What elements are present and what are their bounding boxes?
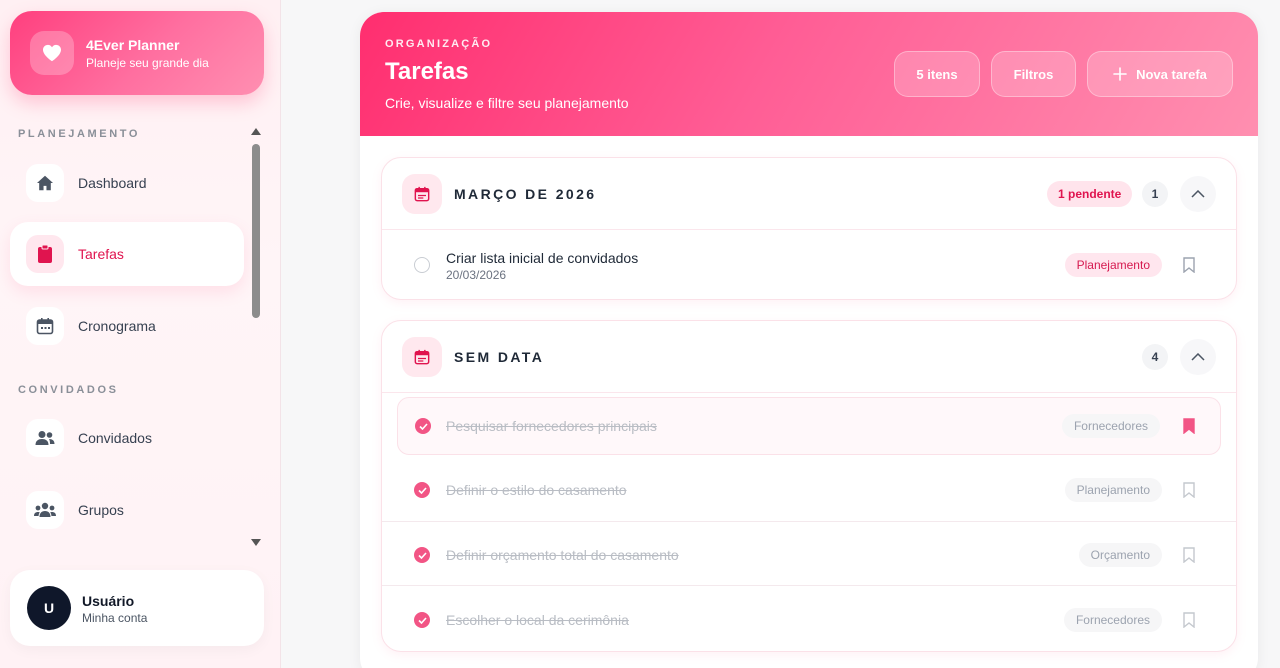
task-row[interactable]: Definir o estilo do casamento Planejamen… <box>382 458 1236 522</box>
sidebar-item-label: Tarefas <box>78 246 124 262</box>
bookmark-icon[interactable] <box>1182 547 1196 563</box>
task-title: Definir orçamento total do casamento <box>446 547 679 563</box>
sidebar: 4Ever Planner Planeje seu grande dia PLA… <box>0 0 281 668</box>
items-count-label: 5 itens <box>916 66 958 82</box>
avatar: U <box>27 586 71 630</box>
brand-title: 4Ever Planner <box>86 37 180 53</box>
group-header[interactable]: MARÇO DE 2026 1 pendente 1 <box>382 158 1236 230</box>
brand-card[interactable]: 4Ever Planner Planeje seu grande dia <box>10 11 264 95</box>
header-eyebrow: ORGANIZAÇÃO <box>385 38 493 50</box>
group-icon <box>26 491 64 529</box>
tasks-panel: ORGANIZAÇÃO Tarefas Crie, visualize e fi… <box>360 12 1258 668</box>
bookmark-icon[interactable] <box>1182 482 1196 498</box>
page-title: Tarefas <box>385 58 469 85</box>
sidebar-item-convidados[interactable]: Convidados <box>10 406 244 470</box>
home-icon <box>26 164 64 202</box>
scrollbar-thumb[interactable] <box>252 144 260 318</box>
task-group-marco-2026: MARÇO DE 2026 1 pendente 1 Criar lista i… <box>381 157 1237 300</box>
collapse-button[interactable] <box>1180 176 1216 212</box>
count-badge: 1 <box>1142 181 1168 207</box>
bookmark-icon[interactable] <box>1182 257 1196 273</box>
sidebar-item-grupos[interactable]: Grupos <box>10 478 244 542</box>
task-title: Escolher o local da cerimônia <box>446 612 629 628</box>
task-row[interactable]: Escolher o local da cerimônia Fornecedor… <box>382 587 1236 651</box>
bookmark-filled-icon[interactable] <box>1182 418 1196 434</box>
heart-icon <box>30 31 74 75</box>
group-header[interactable]: SEM DATA 4 <box>382 321 1236 393</box>
task-tag: Fornecedores <box>1061 414 1160 438</box>
users-icon <box>26 419 64 457</box>
sidebar-item-tarefas[interactable]: Tarefas <box>10 222 244 286</box>
task-tag: Planejamento <box>1064 253 1162 277</box>
task-row[interactable]: Criar lista inicial de convidados 20/03/… <box>382 230 1236 299</box>
sidebar-item-cronograma[interactable]: Cronograma <box>10 294 244 358</box>
section-label-planejamento: PLANEJAMENTO <box>18 128 141 140</box>
bookmark-icon[interactable] <box>1182 612 1196 628</box>
task-title: Criar lista inicial de convidados <box>446 250 639 266</box>
task-row[interactable]: Pesquisar fornecedores principais Fornec… <box>397 397 1221 455</box>
calendar-icon <box>26 307 64 345</box>
checked-icon[interactable] <box>415 418 431 434</box>
sidebar-item-label: Cronograma <box>78 318 156 334</box>
plus-icon <box>1113 67 1127 81</box>
sidebar-scrollbar[interactable] <box>250 128 262 546</box>
task-title: Pesquisar fornecedores principais <box>446 418 657 434</box>
task-title: Definir o estilo do casamento <box>446 482 627 498</box>
count-badge: 4 <box>1142 344 1168 370</box>
chevron-up-icon <box>1191 353 1205 361</box>
group-title: MARÇO DE 2026 <box>454 186 597 202</box>
task-checkbox[interactable] <box>414 257 430 273</box>
task-tag: Planejamento <box>1064 478 1162 502</box>
sidebar-item-dashboard[interactable]: Dashboard <box>10 151 244 215</box>
brand-subtitle: Planeje seu grande dia <box>86 56 209 70</box>
task-group-sem-data: SEM DATA 4 Pesquisar fornecedores princi… <box>381 320 1237 652</box>
new-task-label: Nova tarefa <box>1136 66 1207 82</box>
section-label-convidados: CONVIDADOS <box>18 384 119 396</box>
checked-icon[interactable] <box>414 482 430 498</box>
scroll-up-arrow-icon[interactable] <box>251 128 261 135</box>
chevron-up-icon <box>1191 190 1205 198</box>
pending-badge: 1 pendente <box>1047 181 1133 207</box>
task-date: 20/03/2026 <box>446 268 507 282</box>
calendar-icon <box>402 337 442 377</box>
clipboard-icon <box>26 235 64 273</box>
checked-icon[interactable] <box>414 612 430 628</box>
collapse-button[interactable] <box>1180 339 1216 375</box>
items-count-button[interactable]: 5 itens <box>894 51 980 97</box>
task-tag: Orçamento <box>1078 543 1162 567</box>
filters-label: Filtros <box>1013 66 1054 82</box>
user-name: Usuário <box>82 593 135 609</box>
calendar-icon <box>402 174 442 214</box>
sidebar-item-label: Dashboard <box>78 175 147 191</box>
page-subtitle: Crie, visualize e filtre seu planejament… <box>385 95 629 111</box>
filters-button[interactable]: Filtros <box>991 51 1076 97</box>
sidebar-item-label: Grupos <box>78 502 124 518</box>
scroll-down-arrow-icon[interactable] <box>251 539 261 546</box>
user-subtitle: Minha conta <box>82 611 148 625</box>
new-task-button[interactable]: Nova tarefa <box>1087 51 1233 97</box>
group-title: SEM DATA <box>454 349 545 365</box>
task-row[interactable]: Definir orçamento total do casamento Orç… <box>382 522 1236 586</box>
page-header: ORGANIZAÇÃO Tarefas Crie, visualize e fi… <box>360 12 1258 136</box>
sidebar-item-label: Convidados <box>78 430 152 446</box>
task-tag: Fornecedores <box>1063 608 1162 632</box>
checked-icon[interactable] <box>414 547 430 563</box>
user-card[interactable]: U Usuário Minha conta <box>10 570 264 646</box>
